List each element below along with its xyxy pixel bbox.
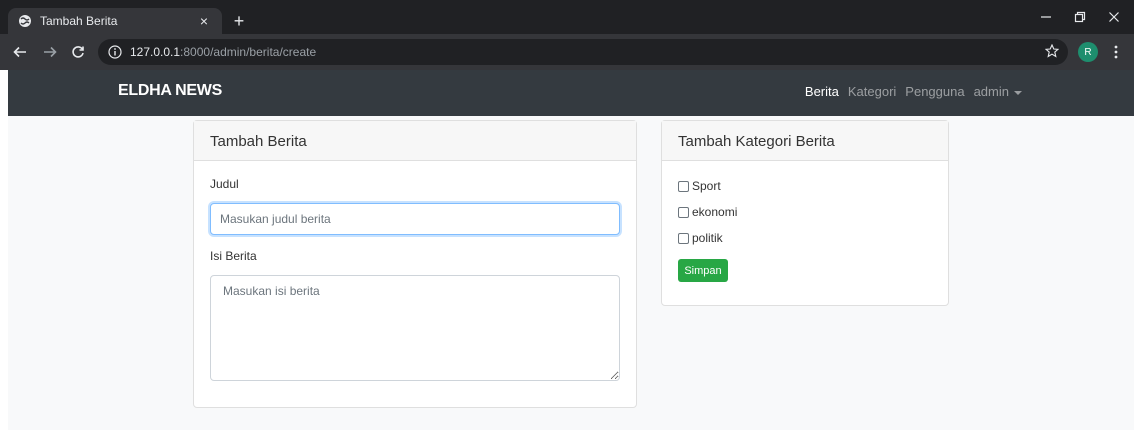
url-host: 127.0.0.1 bbox=[130, 45, 181, 59]
more-options-icon[interactable] bbox=[1106, 42, 1126, 62]
caret-down-icon bbox=[1014, 90, 1022, 95]
restore-icon[interactable] bbox=[1062, 4, 1098, 30]
back-arrow-icon[interactable] bbox=[8, 40, 32, 64]
politik-checkbox[interactable] bbox=[678, 232, 689, 244]
browser-toolbar: 127.0.0.1:8000/admin/berita/create R bbox=[0, 34, 1134, 70]
judul-input[interactable] bbox=[210, 203, 620, 235]
tambah-berita-header: Tambah Berita bbox=[194, 121, 636, 161]
nav-link-kategori[interactable]: Kategori bbox=[848, 84, 896, 99]
tambah-berita-card: Tambah Berita Judul Isi Berita bbox=[193, 120, 637, 408]
politik-label: politik bbox=[692, 231, 723, 245]
kategori-option-ekonomi[interactable]: ekonomi bbox=[678, 205, 932, 219]
new-tab-button[interactable]: + bbox=[226, 8, 252, 34]
nav-links: Berita Kategori Pengguna admin bbox=[805, 84, 1022, 99]
browser-tabstrip: Tambah Berita × + bbox=[0, 0, 1134, 34]
ekonomi-label: ekonomi bbox=[692, 205, 738, 219]
isi-berita-label: Isi Berita bbox=[210, 249, 257, 263]
bookmark-star-icon[interactable] bbox=[1045, 44, 1059, 58]
globe-icon bbox=[19, 15, 31, 27]
sport-checkbox[interactable] bbox=[678, 180, 689, 192]
forward-arrow-icon[interactable] bbox=[38, 40, 62, 64]
site-brand[interactable]: ELDHA NEWS bbox=[118, 82, 222, 100]
address-bar[interactable]: 127.0.0.1:8000/admin/berita/create bbox=[98, 39, 1068, 65]
tambah-kategori-header: Tambah Kategori Berita bbox=[662, 121, 948, 161]
browser-tab[interactable]: Tambah Berita × bbox=[8, 8, 222, 34]
ekonomi-checkbox[interactable] bbox=[678, 206, 689, 218]
url-path: :8000/admin/berita/create bbox=[180, 45, 317, 59]
sport-label: Sport bbox=[692, 179, 721, 193]
tab-title: Tambah Berita bbox=[40, 14, 118, 28]
site-navbar: ELDHA NEWS Berita Kategori Pengguna admi… bbox=[8, 70, 1134, 116]
nav-link-berita[interactable]: Berita bbox=[805, 84, 839, 99]
page-content: ELDHA NEWS Berita Kategori Pengguna admi… bbox=[8, 70, 1134, 430]
close-window-icon[interactable] bbox=[1096, 4, 1132, 30]
profile-avatar[interactable]: R bbox=[1078, 42, 1098, 62]
close-tab-icon[interactable]: × bbox=[196, 13, 212, 29]
user-menu-dropdown[interactable]: admin bbox=[974, 84, 1022, 99]
reload-icon[interactable] bbox=[66, 40, 90, 64]
nav-link-pengguna[interactable]: Pengguna bbox=[905, 84, 964, 99]
kategori-option-politik[interactable]: politik bbox=[678, 231, 932, 245]
isi-berita-textarea[interactable] bbox=[210, 275, 620, 381]
kategori-option-sport[interactable]: Sport bbox=[678, 179, 932, 193]
simpan-button[interactable]: Simpan bbox=[678, 259, 728, 282]
tambah-kategori-card: Tambah Kategori Berita Sport ekonomi pol… bbox=[661, 120, 949, 306]
minimize-icon[interactable] bbox=[1028, 4, 1064, 30]
judul-label: Judul bbox=[210, 177, 239, 191]
tambah-kategori-body: Sport ekonomi politik Simpan bbox=[662, 161, 948, 298]
info-icon[interactable] bbox=[108, 45, 122, 59]
user-menu-label: admin bbox=[973, 84, 1009, 99]
tambah-berita-body: Judul Isi Berita bbox=[194, 161, 636, 402]
